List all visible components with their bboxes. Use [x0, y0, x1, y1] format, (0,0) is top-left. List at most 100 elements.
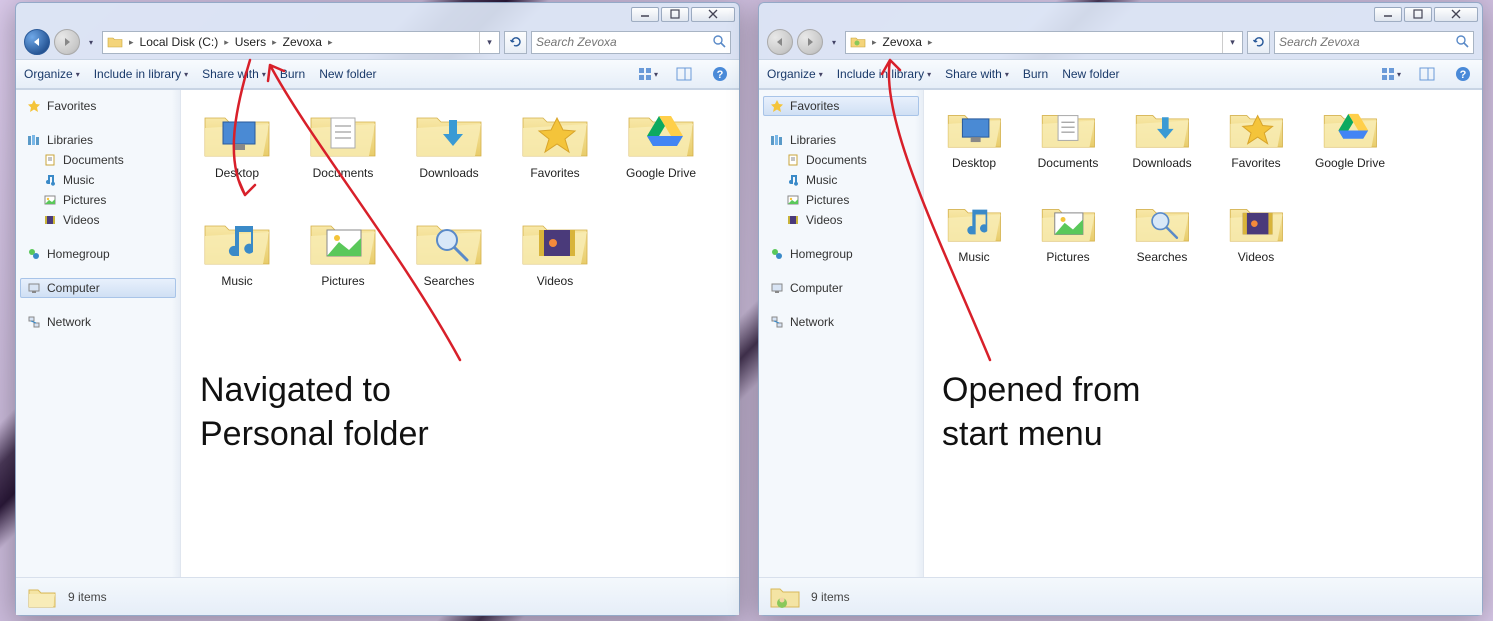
sidebar-videos[interactable]: Videos	[16, 210, 180, 230]
explorer-window-left: ▾ ▸ Local Disk (C:) ▸ Users ▸ Zevoxa ▸ ▾…	[15, 2, 740, 616]
music-icon	[785, 172, 801, 188]
sidebar-network[interactable]: Network	[16, 312, 180, 332]
maximize-button[interactable]	[1404, 7, 1432, 22]
minimize-button[interactable]	[1374, 7, 1402, 22]
sidebar-label: Network	[47, 315, 91, 329]
search-input[interactable]	[536, 35, 712, 49]
help-button[interactable]: ?	[709, 63, 731, 85]
preview-pane-button[interactable]	[1416, 63, 1438, 85]
folder-pictures[interactable]: Pictures	[1024, 194, 1112, 284]
folder-label: Videos	[537, 274, 573, 288]
include-in-library-menu[interactable]: Include in library▾	[837, 67, 931, 81]
preview-pane-button[interactable]	[673, 63, 695, 85]
documents-folder-icon	[307, 104, 379, 162]
folder-searches[interactable]: Searches	[399, 208, 499, 312]
toolbar-label: Burn	[280, 67, 305, 81]
folder-documents[interactable]: Documents	[293, 100, 393, 204]
sidebar-label: Libraries	[790, 133, 836, 147]
share-with-menu[interactable]: Share with▾	[202, 67, 266, 81]
sidebar-libraries[interactable]: Libraries	[16, 130, 180, 150]
burn-button[interactable]: Burn	[280, 67, 305, 81]
gdrive-folder-icon	[1320, 104, 1380, 152]
sidebar-homegroup[interactable]: Homegroup	[16, 244, 180, 264]
back-button[interactable]	[24, 29, 50, 55]
new-folder-button[interactable]: New folder	[319, 67, 376, 81]
sidebar-pictures[interactable]: Pictures	[759, 190, 923, 210]
folder-gdrive[interactable]: Google Drive	[611, 100, 711, 204]
burn-button[interactable]: Burn	[1023, 67, 1048, 81]
address-bar[interactable]: ▸ Zevoxa ▸ ▾	[845, 31, 1243, 54]
search-box[interactable]	[531, 31, 731, 54]
include-in-library-menu[interactable]: Include in library▾	[94, 67, 188, 81]
content-pane-right[interactable]: Desktop Documents DownloadsFavoritesGoogle…	[924, 90, 1482, 577]
sidebar-pictures[interactable]: Pictures	[16, 190, 180, 210]
folder-label: Videos	[1238, 250, 1274, 264]
search-box[interactable]	[1274, 31, 1474, 54]
search-input[interactable]	[1279, 35, 1455, 49]
organize-menu[interactable]: Organize▾	[767, 67, 823, 81]
new-folder-button[interactable]: New folder	[1062, 67, 1119, 81]
nav-history-dropdown[interactable]: ▾	[84, 32, 98, 52]
sidebar-network[interactable]: Network	[759, 312, 923, 332]
close-button[interactable]	[1434, 7, 1478, 22]
folder-documents[interactable]: Documents	[1024, 100, 1112, 190]
sidebar-favorites[interactable]: Favorites	[763, 96, 919, 116]
address-dropdown[interactable]: ▾	[479, 32, 499, 53]
folder-pictures[interactable]: Pictures	[293, 208, 393, 312]
view-button[interactable]: ▾	[1380, 63, 1402, 85]
folder-label: Searches	[1137, 250, 1188, 264]
breadcrumb-sep: ▸	[870, 37, 879, 48]
folder-music[interactable]: Music	[930, 194, 1018, 284]
breadcrumb-item[interactable]: Zevoxa	[879, 35, 926, 49]
sidebar-documents[interactable]: Documents	[759, 150, 923, 170]
folder-favorites[interactable]: Favorites	[505, 100, 605, 204]
folder-gdrive[interactable]: Google Drive	[1306, 100, 1394, 190]
breadcrumb-item[interactable]: Zevoxa	[279, 35, 326, 49]
sidebar-libraries[interactable]: Libraries	[759, 130, 923, 150]
sidebar-music[interactable]: Music	[16, 170, 180, 190]
folder-searches[interactable]: Searches	[1118, 194, 1206, 284]
content-pane-left[interactable]: DesktopDocumentsDownloadsFavoritesGoogle…	[181, 90, 739, 577]
sidebar-documents[interactable]: Documents	[16, 150, 180, 170]
folder-downloads[interactable]: Downloads	[399, 100, 499, 204]
breadcrumb-sep: ▸	[926, 37, 935, 48]
breadcrumb-item[interactable]: Local Disk (C:)	[136, 35, 223, 49]
refresh-button[interactable]	[1247, 31, 1270, 54]
toolbar-label: Share with	[945, 67, 1002, 81]
close-button[interactable]	[691, 7, 735, 22]
organize-menu[interactable]: Organize▾	[24, 67, 80, 81]
sidebar-computer[interactable]: Computer	[759, 278, 923, 298]
gdrive-folder-icon	[625, 104, 697, 162]
downloads-folder-icon	[413, 104, 485, 162]
folder-favorites[interactable]: Favorites	[1212, 100, 1300, 190]
breadcrumb-item[interactable]: Users	[231, 35, 270, 49]
view-button[interactable]: ▾	[637, 63, 659, 85]
forward-button[interactable]	[797, 29, 823, 55]
sidebar-music[interactable]: Music	[759, 170, 923, 190]
help-button[interactable]: ?	[1452, 63, 1474, 85]
nav-history-dropdown[interactable]: ▾	[827, 32, 841, 52]
refresh-button[interactable]	[504, 31, 527, 54]
sidebar-label: Videos	[63, 213, 99, 227]
folder-desktop[interactable]: Desktop	[187, 100, 287, 204]
folder-desktop[interactable]: Desktop	[930, 100, 1018, 190]
network-icon	[769, 314, 785, 330]
sidebar-favorites[interactable]: Favorites	[16, 96, 180, 116]
folder-videos[interactable]: Videos	[1212, 194, 1300, 284]
pictures-icon	[785, 192, 801, 208]
share-with-menu[interactable]: Share with▾	[945, 67, 1009, 81]
address-bar[interactable]: ▸ Local Disk (C:) ▸ Users ▸ Zevoxa ▸ ▾	[102, 31, 500, 54]
folder-downloads[interactable]: Downloads	[1118, 100, 1206, 190]
folder-label: Documents	[1038, 156, 1099, 170]
sidebar-computer[interactable]: Computer	[20, 278, 176, 298]
back-button[interactable]	[767, 29, 793, 55]
minimize-button[interactable]	[631, 7, 659, 22]
folder-music[interactable]: Music	[187, 208, 287, 312]
sidebar-videos[interactable]: Videos	[759, 210, 923, 230]
maximize-button[interactable]	[661, 7, 689, 22]
sidebar-label: Network	[790, 315, 834, 329]
forward-button[interactable]	[54, 29, 80, 55]
sidebar-homegroup[interactable]: Homegroup	[759, 244, 923, 264]
address-dropdown[interactable]: ▾	[1222, 32, 1242, 53]
folder-videos[interactable]: Videos	[505, 208, 605, 312]
